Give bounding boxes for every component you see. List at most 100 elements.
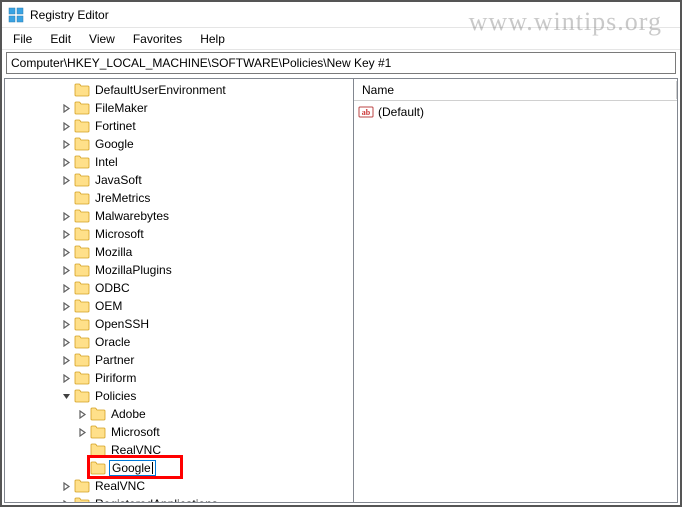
folder-icon xyxy=(74,317,90,331)
string-value-icon: ab xyxy=(358,104,374,120)
tree-item[interactable]: RegisteredApplications xyxy=(5,495,353,503)
menu-file[interactable]: File xyxy=(6,30,39,48)
chevron-right-icon[interactable] xyxy=(59,137,73,151)
tree-item[interactable]: Partner xyxy=(5,351,353,369)
folder-icon xyxy=(90,425,106,439)
chevron-right-icon[interactable] xyxy=(75,407,89,421)
tree-item[interactable]: Malwarebytes xyxy=(5,207,353,225)
chevron-right-icon[interactable] xyxy=(59,335,73,349)
folder-icon xyxy=(90,407,106,421)
chevron-right-icon[interactable] xyxy=(59,227,73,241)
tree-item[interactable]: RealVNC xyxy=(5,477,353,495)
address-bar[interactable]: Computer\HKEY_LOCAL_MACHINE\SOFTWARE\Pol… xyxy=(6,52,676,74)
values-pane[interactable]: Name ab (Default) xyxy=(354,78,678,503)
chevron-right-icon[interactable] xyxy=(59,101,73,115)
folder-icon xyxy=(74,155,90,169)
chevron-right-icon[interactable] xyxy=(75,425,89,439)
tree-item[interactable]: DefaultUserEnvironment xyxy=(5,81,353,99)
tree-item-label: Policies xyxy=(93,389,138,403)
folder-icon xyxy=(74,497,90,503)
tree-item[interactable]: Google xyxy=(5,459,353,477)
tree-item[interactable]: Google xyxy=(5,135,353,153)
menu-favorites[interactable]: Favorites xyxy=(126,30,189,48)
column-name[interactable]: Name xyxy=(354,81,677,99)
tree-item[interactable]: OEM xyxy=(5,297,353,315)
folder-icon xyxy=(74,119,90,133)
tree-item-label: FileMaker xyxy=(93,101,150,115)
tree-item[interactable]: Intel xyxy=(5,153,353,171)
chevron-down-icon[interactable] xyxy=(59,389,73,403)
chevron-right-icon[interactable] xyxy=(59,155,73,169)
folder-icon xyxy=(74,191,90,205)
tree-item[interactable]: MozillaPlugins xyxy=(5,261,353,279)
tree-item[interactable]: Mozilla xyxy=(5,243,353,261)
folder-icon xyxy=(74,83,90,97)
chevron-right-icon[interactable] xyxy=(59,371,73,385)
chevron-right-icon[interactable] xyxy=(59,317,73,331)
regedit-icon xyxy=(8,7,24,23)
tree-item-label: Microsoft xyxy=(109,425,162,439)
tree-item[interactable]: Fortinet xyxy=(5,117,353,135)
tree-item[interactable]: Oracle xyxy=(5,333,353,351)
tree-item[interactable]: OpenSSH xyxy=(5,315,353,333)
tree-item[interactable]: ODBC xyxy=(5,279,353,297)
tree-item-label: Partner xyxy=(93,353,136,367)
folder-icon xyxy=(74,479,90,493)
chevron-right-icon[interactable] xyxy=(59,119,73,133)
tree-item[interactable]: JreMetrics xyxy=(5,189,353,207)
tree-item[interactable]: Policies xyxy=(5,387,353,405)
folder-icon xyxy=(74,281,90,295)
tree-item-label: Fortinet xyxy=(93,119,138,133)
tree-item-label: RealVNC xyxy=(93,479,147,493)
tree-item-label: DefaultUserEnvironment xyxy=(93,83,228,97)
folder-icon xyxy=(74,371,90,385)
folder-icon xyxy=(74,263,90,277)
tree-item-label: Intel xyxy=(93,155,120,169)
tree-item-label: JreMetrics xyxy=(93,191,152,205)
tree-item-label: ODBC xyxy=(93,281,132,295)
folder-icon xyxy=(74,245,90,259)
chevron-right-icon[interactable] xyxy=(59,173,73,187)
chevron-right-icon[interactable] xyxy=(59,245,73,259)
tree-item-label: OEM xyxy=(93,299,124,313)
tree-item[interactable]: RealVNC xyxy=(5,441,353,459)
tree-item[interactable]: Piriform xyxy=(5,369,353,387)
chevron-right-icon[interactable] xyxy=(59,263,73,277)
tree-item-label: RegisteredApplications xyxy=(93,497,220,503)
tree-item-label: MozillaPlugins xyxy=(93,263,174,277)
value-name: (Default) xyxy=(378,105,424,119)
chevron-right-icon[interactable] xyxy=(59,299,73,313)
titlebar: Registry Editor xyxy=(2,2,680,28)
chevron-right-icon[interactable] xyxy=(59,353,73,367)
tree-item-label: Google xyxy=(93,137,136,151)
tree-item[interactable]: Microsoft xyxy=(5,225,353,243)
folder-icon xyxy=(74,227,90,241)
tree-item-label: Mozilla xyxy=(93,245,134,259)
value-row-default[interactable]: ab (Default) xyxy=(358,103,673,121)
chevron-right-icon[interactable] xyxy=(59,479,73,493)
tree-item[interactable]: Microsoft xyxy=(5,423,353,441)
folder-icon xyxy=(74,209,90,223)
menu-help[interactable]: Help xyxy=(193,30,232,48)
menu-edit[interactable]: Edit xyxy=(43,30,78,48)
folder-icon xyxy=(74,101,90,115)
address-text: Computer\HKEY_LOCAL_MACHINE\SOFTWARE\Pol… xyxy=(11,56,391,70)
tree-item-label: Malwarebytes xyxy=(93,209,171,223)
tree-pane[interactable]: DefaultUserEnvironment FileMaker Fortinet G… xyxy=(4,78,354,503)
values-header: Name xyxy=(354,79,677,101)
folder-icon xyxy=(90,443,106,457)
tree-item-rename-input[interactable]: Google xyxy=(109,460,156,476)
window-title: Registry Editor xyxy=(30,8,109,22)
tree-item-label: Microsoft xyxy=(93,227,146,241)
chevron-right-icon[interactable] xyxy=(59,281,73,295)
menu-view[interactable]: View xyxy=(82,30,122,48)
folder-icon xyxy=(90,461,106,475)
folder-icon xyxy=(74,353,90,367)
folder-icon xyxy=(74,335,90,349)
tree-item[interactable]: JavaSoft xyxy=(5,171,353,189)
chevron-right-icon[interactable] xyxy=(59,497,73,503)
chevron-right-icon[interactable] xyxy=(59,209,73,223)
tree-item[interactable]: Adobe xyxy=(5,405,353,423)
folder-icon xyxy=(74,137,90,151)
tree-item[interactable]: FileMaker xyxy=(5,99,353,117)
